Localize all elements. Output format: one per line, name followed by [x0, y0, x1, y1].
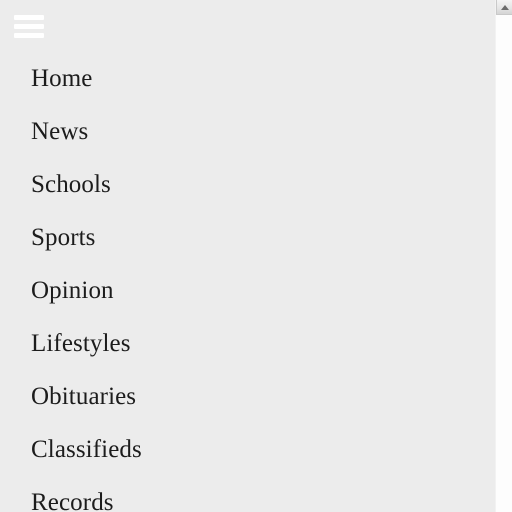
nav-item-lifestyles[interactable]: Lifestyles [0, 317, 495, 370]
nav-item-schools[interactable]: Schools [0, 158, 495, 211]
nav-link-news[interactable]: News [31, 105, 88, 158]
primary-navigation-list: Home News Schools Sports Opinion Lifesty… [0, 52, 495, 512]
nav-item-opinion[interactable]: Opinion [0, 264, 495, 317]
nav-link-home[interactable]: Home [31, 52, 93, 105]
nav-link-records[interactable]: Records [31, 476, 114, 512]
browser-viewport: Home News Schools Sports Opinion Lifesty… [0, 0, 512, 512]
hamburger-menu-icon-bar-2 [14, 24, 44, 29]
vertical-scrollbar[interactable] [495, 0, 512, 512]
nav-link-sports[interactable]: Sports [31, 211, 96, 264]
nav-item-sports[interactable]: Sports [0, 211, 495, 264]
mobile-menu-panel: Home News Schools Sports Opinion Lifesty… [0, 0, 495, 512]
nav-link-schools[interactable]: Schools [31, 158, 111, 211]
scrollbar-track[interactable] [496, 15, 512, 512]
nav-item-records[interactable]: Records [0, 476, 495, 512]
nav-item-home[interactable]: Home [0, 52, 495, 105]
nav-item-classifieds[interactable]: Classifieds [0, 423, 495, 476]
nav-link-classifieds[interactable]: Classifieds [31, 423, 142, 476]
nav-item-news[interactable]: News [0, 105, 495, 158]
scroll-up-arrow-icon[interactable] [496, 0, 512, 15]
hamburger-menu-icon-bar-1 [14, 15, 44, 20]
hamburger-menu-button[interactable] [12, 10, 46, 42]
nav-item-obituaries[interactable]: Obituaries [0, 370, 495, 423]
nav-link-opinion[interactable]: Opinion [31, 264, 114, 317]
chevron-up-icon [500, 4, 509, 10]
nav-link-obituaries[interactable]: Obituaries [31, 370, 136, 423]
nav-link-lifestyles[interactable]: Lifestyles [31, 317, 131, 370]
hamburger-menu-icon-bar-3 [14, 33, 44, 38]
